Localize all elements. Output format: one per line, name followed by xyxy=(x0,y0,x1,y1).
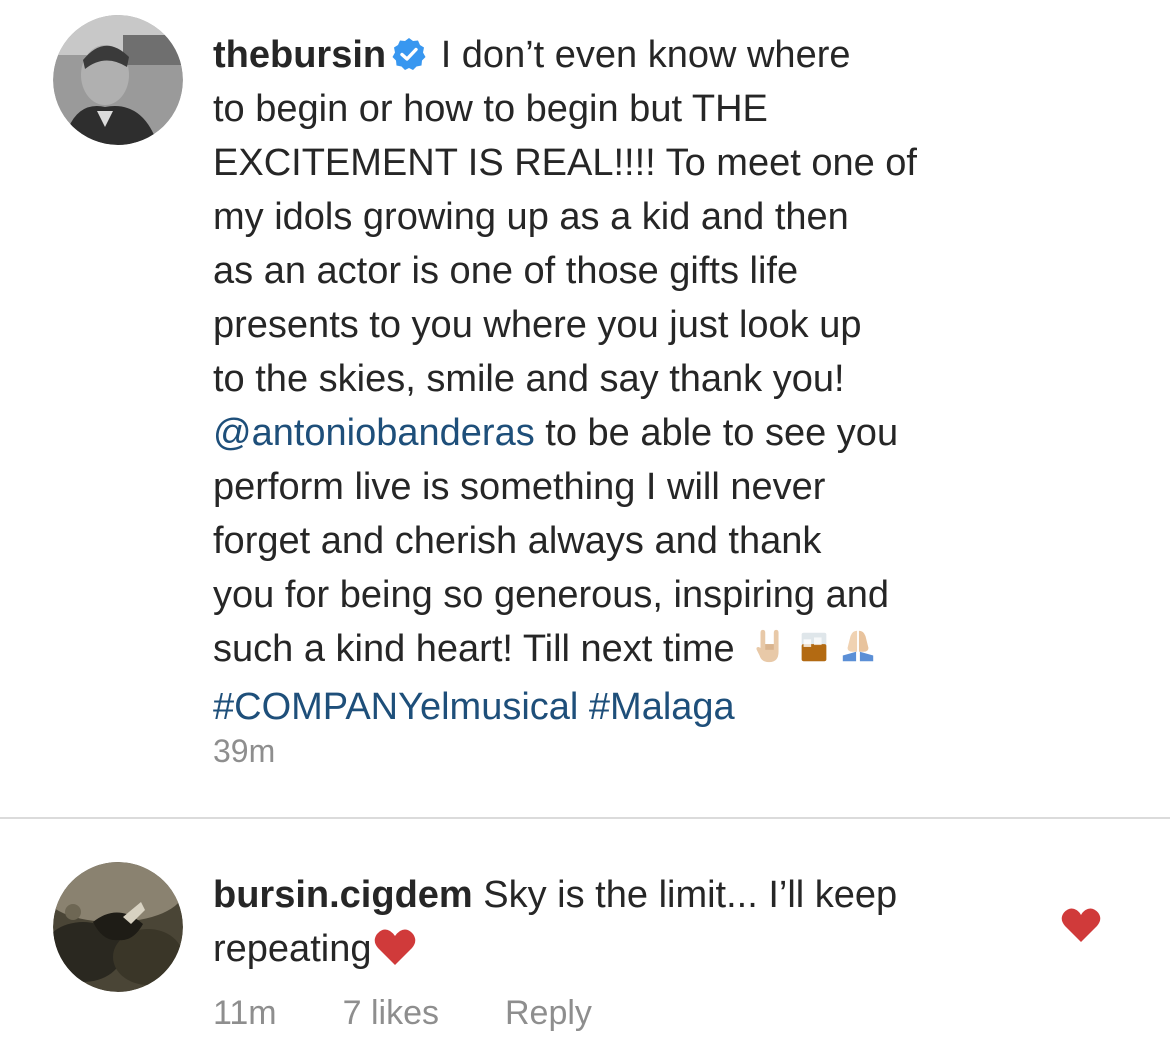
caption-line-3: EXCITEMENT IS REAL!!!! To meet one of xyxy=(213,142,917,184)
rock-hand-emoji-icon xyxy=(751,626,789,680)
like-heart-icon[interactable] xyxy=(1060,906,1102,944)
comment-username[interactable]: bursin.cigdem xyxy=(213,874,473,916)
caption-timestamp: 39m xyxy=(213,733,276,769)
praying-hands-emoji-icon xyxy=(839,626,877,680)
comment-line-1: bursin.cigdem Sky is the limit... I’ll k… xyxy=(213,868,1033,922)
caption-line-10: forget and cherish always and thank xyxy=(213,520,822,562)
caption-line-9: perform live is something I will never xyxy=(213,466,826,508)
hashtag-company-link[interactable]: #COMPANYelmusical xyxy=(213,686,578,728)
reply-button[interactable]: Reply xyxy=(505,994,592,1033)
caption-line-5: as an actor is one of those gifts life xyxy=(213,250,799,292)
caption-line-7: to the skies, smile and say thank you! xyxy=(213,358,845,400)
caption-text: thebursin I don’t even know where to beg… xyxy=(213,28,1073,734)
caption-line-2: to begin or how to begin but THE xyxy=(213,88,768,130)
red-heart-emoji-icon xyxy=(373,927,417,967)
caption-line-11: you for being so generous, inspiring and xyxy=(213,574,890,616)
hashtag-malaga-link[interactable]: #Malaga xyxy=(589,686,735,728)
comment-time: 11m xyxy=(213,994,277,1032)
comment-line-1-text: Sky is the limit... I’ll keep xyxy=(483,874,898,916)
caption-username[interactable]: thebursin xyxy=(213,34,386,76)
caption-line-8-text: to be able to see you xyxy=(534,412,899,454)
caption-line-1: thebursin I don’t even know where xyxy=(213,28,1073,82)
profile-photo-icon xyxy=(53,15,183,145)
profile-photo-icon xyxy=(53,862,183,992)
mention-link[interactable]: @antoniobanderas xyxy=(213,412,535,454)
caption-line-6: presents to you where you just look up xyxy=(213,304,862,346)
whiskey-glass-emoji-icon xyxy=(795,626,833,680)
caption-avatar[interactable] xyxy=(53,15,183,145)
comment-likes-link[interactable]: 7 likes xyxy=(343,994,439,1033)
caption-line-13: #COMPANYelmusical #Malaga xyxy=(213,680,1073,734)
caption-line-12-text: such a kind heart! Till next time xyxy=(213,628,735,670)
caption-line-8: @antoniobanderas to be able to see you xyxy=(213,406,1073,460)
divider xyxy=(0,817,1170,819)
caption-line-12: such a kind heart! Till next time xyxy=(213,622,1073,680)
caption-line-1-text: I don’t even know where xyxy=(440,34,851,76)
verified-badge-icon xyxy=(392,32,426,70)
comment-line-2: repeating xyxy=(213,922,1033,976)
caption-line-4: my idols growing up as a kid and then xyxy=(213,196,849,238)
comment-line-2-text: repeating xyxy=(213,928,372,970)
comment-meta: 11m 7 likes Reply xyxy=(213,994,592,1033)
comment-text: bursin.cigdem Sky is the limit... I’ll k… xyxy=(213,868,1033,976)
comment-avatar[interactable] xyxy=(53,862,183,992)
